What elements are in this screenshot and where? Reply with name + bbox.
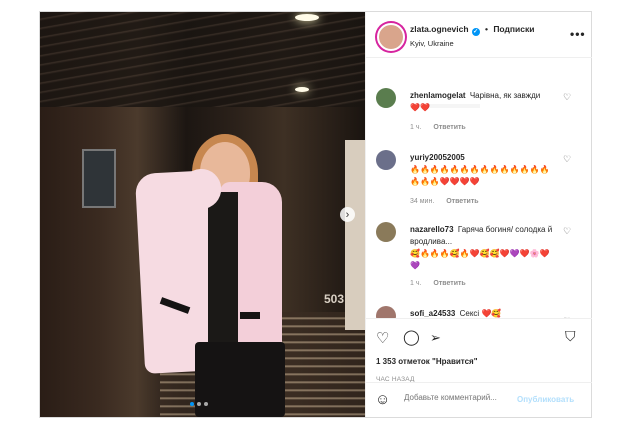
wall-panel xyxy=(82,149,116,208)
comment-composer: ☺ Опубликовать xyxy=(366,382,592,418)
comment-username[interactable]: sofi_a24533 xyxy=(410,309,455,318)
bookmark-icon[interactable]: ⛉ xyxy=(565,328,576,345)
comment-text: Чарівна, як завжди xyxy=(469,91,541,100)
following-button[interactable]: Подписки xyxy=(493,24,534,34)
avatar[interactable] xyxy=(377,23,405,51)
share-send-icon[interactable]: ➢ xyxy=(430,330,441,346)
next-photo-button[interactable]: › xyxy=(340,207,355,222)
comment-time[interactable]: 1 ч. xyxy=(410,124,421,131)
like-comment-heart-icon[interactable]: ♡ xyxy=(563,226,571,237)
ceiling-light xyxy=(295,87,309,92)
like-heart-icon[interactable]: ♡ xyxy=(376,329,389,347)
avatar[interactable] xyxy=(376,222,396,242)
post-sidebar: zlata.ognevich ✓ • Подписки Kyiv, Ukraine… xyxy=(365,12,592,417)
ceiling-light xyxy=(295,14,319,21)
comment-input[interactable] xyxy=(404,393,514,402)
comment-bubble-icon[interactable]: ◯ xyxy=(403,328,420,346)
comments-list[interactable]: zhenlamogelat Чарівна, як завжди ❤️❤️ 1 … xyxy=(366,58,592,318)
username-link[interactable]: zlata.ognevich xyxy=(410,24,469,34)
comment-time[interactable]: 34 мин. xyxy=(410,198,434,205)
comment-username[interactable]: yuriy20052005 xyxy=(410,153,465,162)
carousel-dot xyxy=(190,402,194,406)
avatar[interactable] xyxy=(376,306,396,318)
avatar[interactable] xyxy=(376,150,396,170)
comment-emoji: 🥰🔥🔥🔥🥰🔥❤️🥰🥰❤️💜❤️🌸❤️💜 xyxy=(410,249,550,270)
instagram-post: 503 › zlata.ognevich ✓ • Подписки Kyiv, U… xyxy=(39,11,592,418)
comment-username[interactable]: nazarello73 xyxy=(410,225,454,234)
comment-emoji: 🔥🔥🔥🔥🔥🔥🔥🔥🔥🔥🔥🔥🔥🔥🔥🔥🔥❤️❤️❤️❤️ xyxy=(410,165,550,186)
like-comment-heart-icon[interactable]: ♡ xyxy=(563,92,571,103)
verified-badge-icon: ✓ xyxy=(471,28,480,36)
location-link[interactable]: Kyiv, Ukraine xyxy=(410,39,454,48)
inner-top xyxy=(208,192,238,342)
chevron-right-icon: › xyxy=(345,208,350,221)
comment-username[interactable]: zhenlamogelat xyxy=(410,91,466,100)
comment-time[interactable]: 1 ч. xyxy=(410,280,421,287)
carousel-dots xyxy=(190,402,208,406)
emoji-smile-icon[interactable]: ☺ xyxy=(375,391,390,408)
door xyxy=(345,140,365,330)
likes-count[interactable]: 1 353 отметок "Нравится" xyxy=(376,357,478,366)
more-options-icon[interactable]: ••• xyxy=(570,27,586,41)
comment-text: Сексі xyxy=(459,309,480,318)
post-header: zlata.ognevich ✓ • Подписки Kyiv, Ukraine… xyxy=(366,12,592,58)
publish-button[interactable]: Опубликовать xyxy=(517,395,574,404)
like-comment-heart-icon[interactable]: ♡ xyxy=(563,154,571,165)
room-number: 503 xyxy=(324,292,345,306)
carousel-dot xyxy=(204,402,208,406)
carousel-dot xyxy=(197,402,201,406)
reply-button[interactable]: Ответить xyxy=(433,124,465,131)
comment-emoji: ❤️❤️ xyxy=(410,103,430,112)
trousers xyxy=(195,342,285,417)
separator-dot: • xyxy=(484,24,488,34)
post-photo[interactable]: 503 › xyxy=(40,12,365,417)
comment-emoji: ❤️🥰 xyxy=(481,309,502,318)
reply-button[interactable]: Ответить xyxy=(446,198,478,205)
reply-button[interactable]: Ответить xyxy=(433,280,465,287)
avatar[interactable] xyxy=(376,88,396,108)
ceiling xyxy=(40,12,365,107)
jacket-pocket xyxy=(240,312,260,319)
